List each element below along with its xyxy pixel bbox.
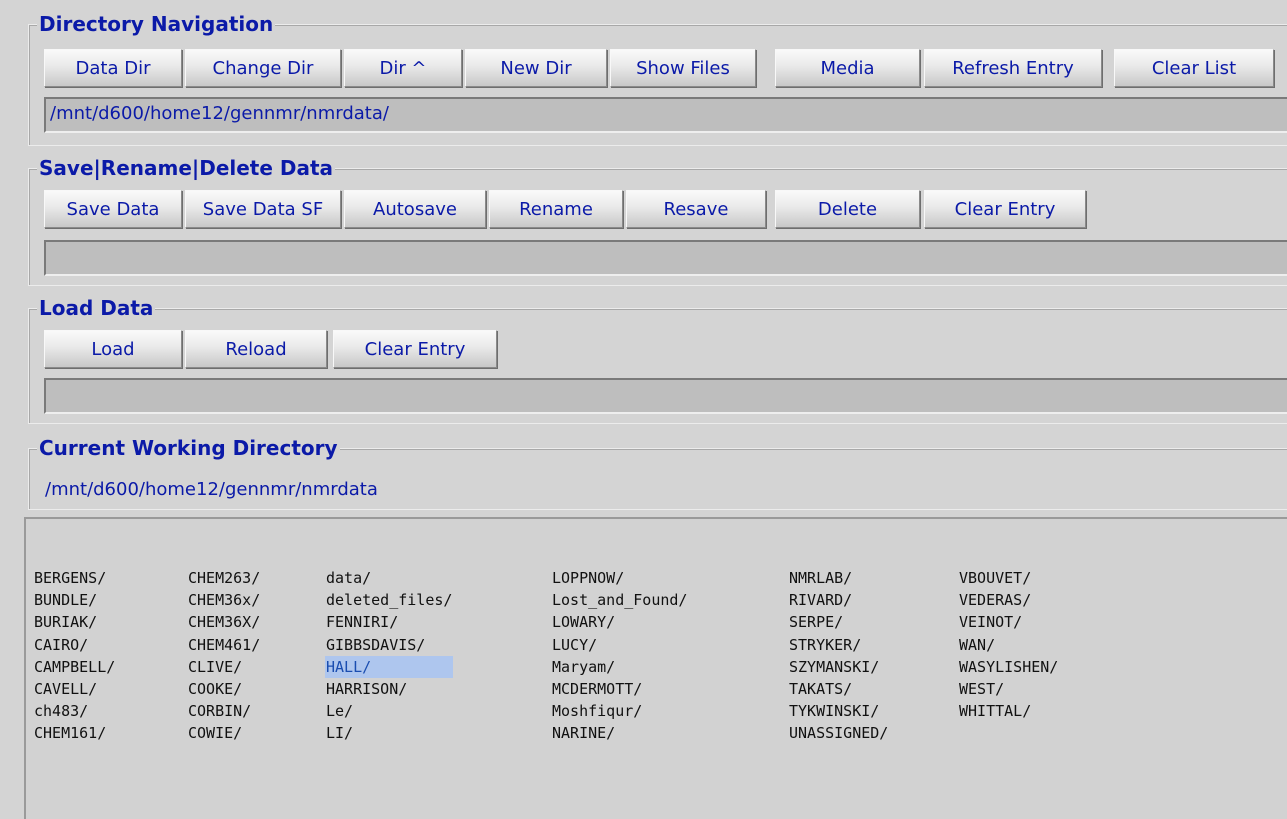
directory-entry[interactable]: CHEM36x/ xyxy=(187,589,261,611)
load-data-title: Load Data xyxy=(37,295,156,321)
data-dir-button[interactable]: Data Dir xyxy=(44,49,182,87)
directory-entry[interactable]: COWIE/ xyxy=(187,722,261,744)
save-entry-field[interactable] xyxy=(44,240,1287,276)
clear-entry-button-load[interactable]: Clear Entry xyxy=(333,330,497,368)
clear-entry-button-save[interactable]: Clear Entry xyxy=(924,190,1086,228)
directory-entry[interactable]: CLIVE/ xyxy=(187,656,261,678)
autosave-button[interactable]: Autosave xyxy=(344,190,486,228)
directory-entry[interactable]: MCDERMOTT/ xyxy=(551,678,688,700)
directory-entry[interactable]: LOPPNOW/ xyxy=(551,567,688,589)
directory-entry[interactable]: VEDERAS/ xyxy=(958,589,1059,611)
load-entry-field[interactable] xyxy=(44,378,1287,414)
directory-entry[interactable]: BERGENS/ xyxy=(33,567,116,589)
save-rename-delete-title: Save|Rename|Delete Data xyxy=(37,155,336,181)
directory-entry[interactable]: TAKATS/ xyxy=(788,678,889,700)
directory-entry[interactable]: WASYLISHEN/ xyxy=(958,656,1059,678)
directory-entry[interactable]: HALL/ xyxy=(325,655,454,679)
directory-entry[interactable]: UNASSIGNED/ xyxy=(788,722,889,744)
directory-entry[interactable]: CAIRO/ xyxy=(33,634,116,656)
directory-entry[interactable]: WAN/ xyxy=(958,634,1059,656)
directory-entry[interactable]: CHEM263/ xyxy=(187,567,261,589)
listing-column: CHEM263/CHEM36x/CHEM36X/CHEM461/CLIVE/CO… xyxy=(187,567,261,745)
directory-entry[interactable]: Maryam/ xyxy=(551,656,688,678)
directory-entry[interactable]: LOWARY/ xyxy=(551,611,688,633)
file-listing[interactable]: BERGENS/BUNDLE/BURIAK/CAIRO/CAMPBELL/CAV… xyxy=(24,517,1287,819)
directory-entry[interactable]: VBOUVET/ xyxy=(958,567,1059,589)
directory-entry[interactable]: FENNIRI/ xyxy=(325,611,453,633)
directory-entry[interactable]: BUNDLE/ xyxy=(33,589,116,611)
directory-entry[interactable]: CAVELL/ xyxy=(33,678,116,700)
directory-entry[interactable]: LUCY/ xyxy=(551,634,688,656)
directory-entry[interactable]: WEST/ xyxy=(958,678,1059,700)
current-working-directory-title: Current Working Directory xyxy=(37,435,340,461)
directory-entry[interactable]: deleted_files/ xyxy=(325,589,453,611)
listing-column: data/deleted_files/FENNIRI/GIBBSDAVIS/HA… xyxy=(325,567,454,745)
directory-entry[interactable]: RIVARD/ xyxy=(788,589,889,611)
directory-entry[interactable]: Le/ xyxy=(325,700,453,722)
save-data-sf-button[interactable]: Save Data SF xyxy=(185,190,341,228)
listing-column: VBOUVET/VEDERAS/VEINOT/WAN/WASYLISHEN/WE… xyxy=(958,567,1059,722)
save-data-button[interactable]: Save Data xyxy=(44,190,182,228)
directory-entry[interactable]: VEINOT/ xyxy=(958,611,1059,633)
directory-entry[interactable]: GIBBSDAVIS/ xyxy=(325,634,453,656)
listing-column: NMRLAB/RIVARD/SERPE/STRYKER/SZYMANSKI/TA… xyxy=(788,567,889,745)
clear-list-button[interactable]: Clear List xyxy=(1114,49,1274,87)
refresh-entry-button[interactable]: Refresh Entry xyxy=(924,49,1102,87)
directory-entry[interactable]: ch483/ xyxy=(33,700,116,722)
current-working-directory-value: /mnt/d600/home12/gennmr/nmrdata xyxy=(45,479,378,500)
directory-entry[interactable]: CHEM161/ xyxy=(33,722,116,744)
directory-path-field[interactable]: /mnt/d600/home12/gennmr/nmrdata/ xyxy=(44,97,1287,133)
directory-entry[interactable]: CORBIN/ xyxy=(187,700,261,722)
load-button[interactable]: Load xyxy=(44,330,182,368)
directory-entry[interactable]: TYKWINSKI/ xyxy=(788,700,889,722)
listing-column: LOPPNOW/Lost_and_Found/LOWARY/LUCY/Marya… xyxy=(551,567,688,745)
directory-entry[interactable]: NMRLAB/ xyxy=(788,567,889,589)
directory-entry[interactable]: CAMPBELL/ xyxy=(33,656,116,678)
directory-entry[interactable]: BURIAK/ xyxy=(33,611,116,633)
directory-entry[interactable]: Lost_and_Found/ xyxy=(551,589,688,611)
directory-entry[interactable]: CHEM36X/ xyxy=(187,611,261,633)
delete-button[interactable]: Delete xyxy=(775,190,920,228)
directory-entry[interactable]: WHITTAL/ xyxy=(958,700,1059,722)
directory-entry[interactable]: SERPE/ xyxy=(788,611,889,633)
directory-entry[interactable]: Moshfiqur/ xyxy=(551,700,688,722)
resave-button[interactable]: Resave xyxy=(626,190,766,228)
reload-button[interactable]: Reload xyxy=(185,330,327,368)
change-dir-button[interactable]: Change Dir xyxy=(185,49,341,87)
directory-entry[interactable]: NARINE/ xyxy=(551,722,688,744)
directory-entry[interactable]: CHEM461/ xyxy=(187,634,261,656)
dir-up-button[interactable]: Dir ^ xyxy=(344,49,462,87)
new-dir-button[interactable]: New Dir xyxy=(465,49,607,87)
media-button[interactable]: Media xyxy=(775,49,920,87)
directory-entry[interactable]: SZYMANSKI/ xyxy=(788,656,889,678)
show-files-button[interactable]: Show Files xyxy=(610,49,756,87)
rename-button[interactable]: Rename xyxy=(489,190,623,228)
directory-entry[interactable]: data/ xyxy=(325,567,453,589)
listing-column: BERGENS/BUNDLE/BURIAK/CAIRO/CAMPBELL/CAV… xyxy=(33,567,116,745)
directory-entry[interactable]: COOKE/ xyxy=(187,678,261,700)
directory-entry[interactable]: LI/ xyxy=(325,722,453,744)
directory-entry[interactable]: HARRISON/ xyxy=(325,678,453,700)
directory-navigation-title: Directory Navigation xyxy=(37,11,276,37)
directory-entry[interactable]: STRYKER/ xyxy=(788,634,889,656)
